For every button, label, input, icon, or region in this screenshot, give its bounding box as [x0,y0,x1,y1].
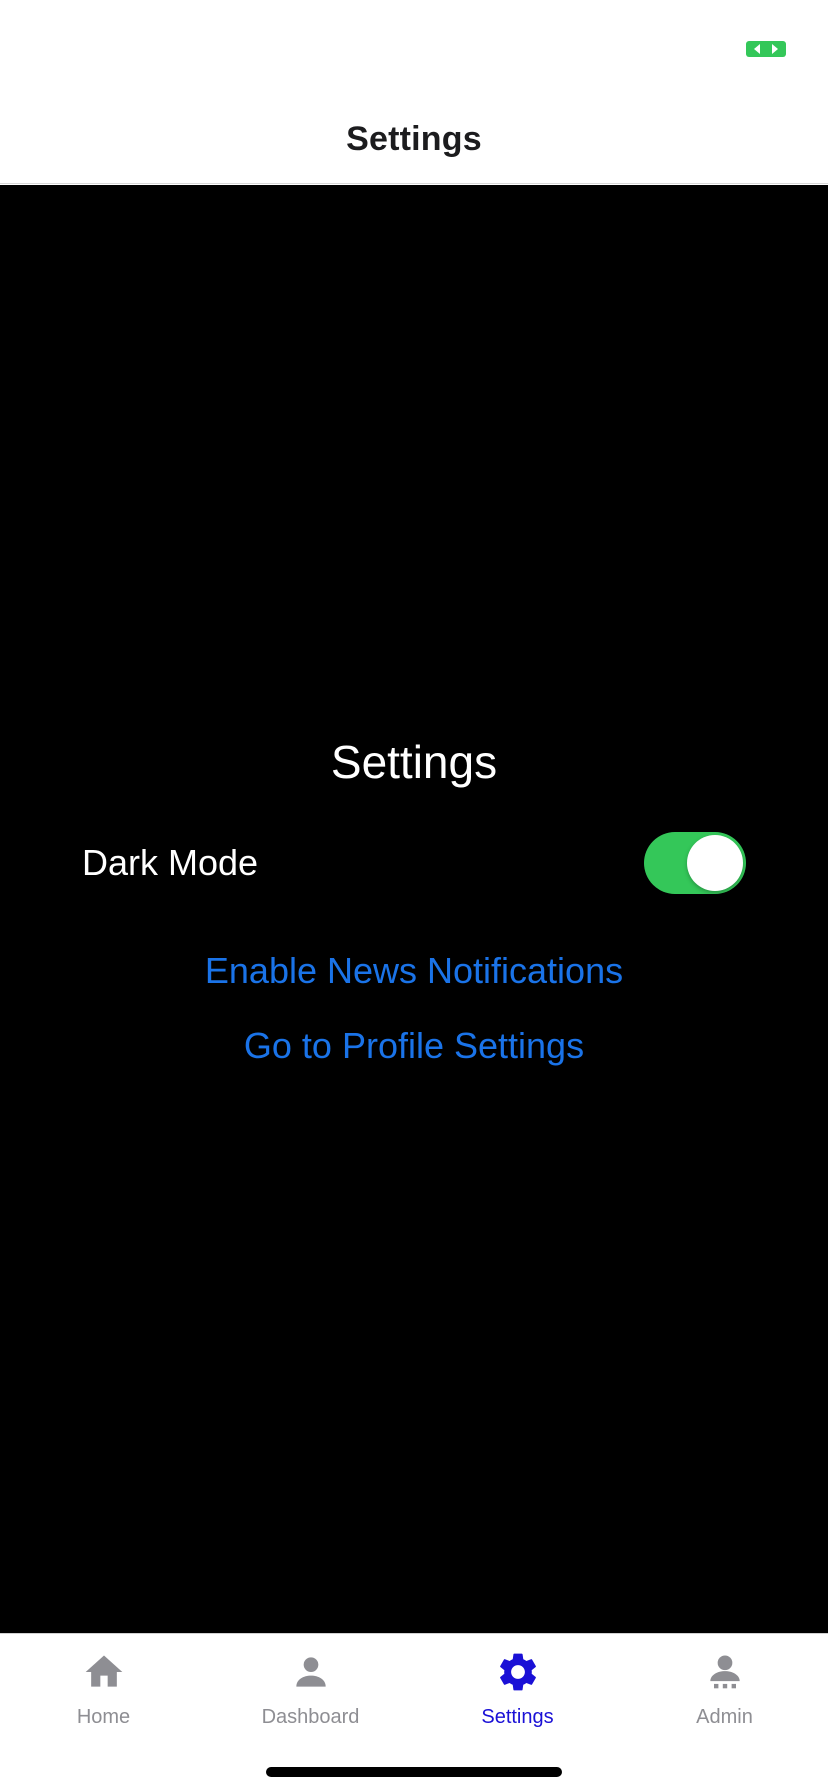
admin-icon [701,1648,749,1696]
navigation-header: Settings [0,96,828,184]
dark-mode-toggle[interactable] [644,832,746,894]
dark-mode-label: Dark Mode [82,842,259,883]
person-icon [287,1648,335,1696]
tab-admin[interactable]: Admin [621,1648,828,1748]
tab-label-settings: Settings [481,1706,554,1728]
page-title: Settings [346,120,482,158]
home-icon [80,1648,128,1696]
dark-mode-row: Dark Mode [82,831,746,895]
status-bar [0,0,828,96]
tab-label-dashboard: Dashboard [261,1706,360,1728]
status-indicator-icon [746,41,786,57]
settings-content: Settings Dark Mode Enable News Notificat… [0,185,828,1633]
toggle-knob [687,835,743,891]
tab-home[interactable]: Home [0,1648,207,1748]
screen-title: Settings [330,736,498,788]
tab-settings[interactable]: Settings [414,1648,621,1748]
gear-icon [494,1648,542,1696]
profile-settings-button[interactable]: Go to Profile Settings [0,1025,828,1067]
enable-news-notifications-button[interactable]: Enable News Notifications [0,950,828,992]
tab-dashboard[interactable]: Dashboard [207,1648,414,1748]
tab-bar: Home Dashboard Settings Admin [0,1633,828,1792]
home-indicator [266,1767,562,1777]
tab-label-admin: Admin [696,1706,753,1728]
tab-label-home: Home [76,1706,131,1728]
